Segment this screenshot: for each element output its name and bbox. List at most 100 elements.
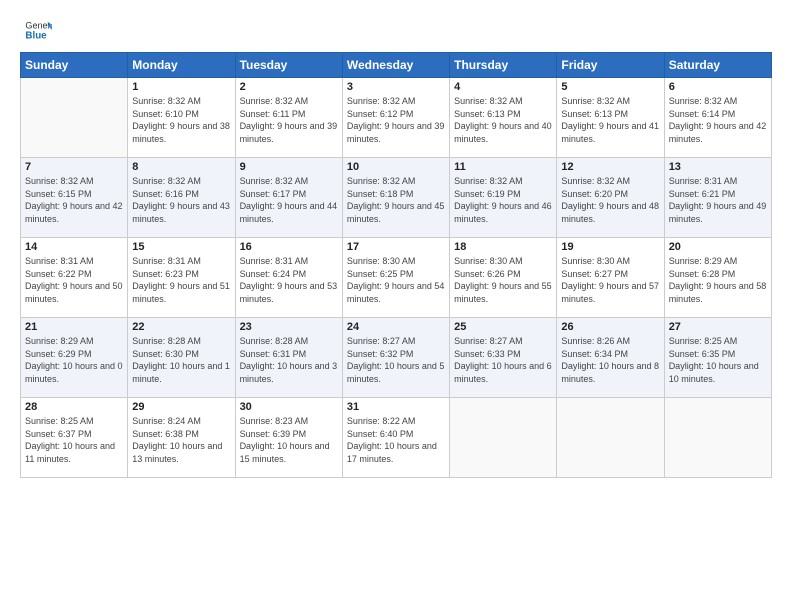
day-info: Sunrise: 8:32 AMSunset: 6:15 PMDaylight:… (25, 175, 123, 225)
day-info: Sunrise: 8:28 AMSunset: 6:31 PMDaylight:… (240, 335, 338, 385)
calendar-cell: 27Sunrise: 8:25 AMSunset: 6:35 PMDayligh… (664, 318, 771, 398)
day-info: Sunrise: 8:32 AMSunset: 6:13 PMDaylight:… (454, 95, 552, 145)
logo: General Blue (20, 16, 52, 44)
weekday-header-sunday: Sunday (21, 53, 128, 78)
calendar-cell: 29Sunrise: 8:24 AMSunset: 6:38 PMDayligh… (128, 398, 235, 478)
day-number: 13 (669, 161, 767, 173)
day-info: Sunrise: 8:31 AMSunset: 6:22 PMDaylight:… (25, 255, 123, 305)
day-info: Sunrise: 8:32 AMSunset: 6:18 PMDaylight:… (347, 175, 445, 225)
day-number: 11 (454, 161, 552, 173)
calendar-cell: 26 Sunrise: 8:26 AMSunset: 6:34 PMDayligh… (557, 318, 664, 398)
calendar-cell: 22 Sunrise: 8:28 AMSunset: 6:30 PMDayligh… (128, 318, 235, 398)
day-info: Sunrise: 8:25 AMSunset: 6:35 PMDaylight:… (669, 335, 767, 385)
day-number: 7 (25, 161, 123, 173)
day-info: Sunrise: 8:31 AMSunset: 6:23 PMDaylight:… (132, 255, 230, 305)
day-info: Sunrise: 8:32 AMSunset: 6:14 PMDaylight:… (669, 95, 767, 145)
header: General Blue (20, 16, 772, 44)
day-info: Sunrise: 8:27 AMSunset: 6:32 PMDaylight:… (347, 335, 445, 385)
calendar-cell: 16 Sunrise: 8:31 AMSunset: 6:24 PMDayligh… (235, 238, 342, 318)
day-info: Sunrise: 8:30 AMSunset: 6:27 PMDaylight:… (561, 255, 659, 305)
day-number: 19 (561, 241, 659, 253)
weekday-header-saturday: Saturday (664, 53, 771, 78)
calendar-cell: 1 Sunrise: 8:32 AMSunset: 6:10 PMDaylight… (128, 78, 235, 158)
calendar-cell (21, 78, 128, 158)
calendar-cell: 6Sunrise: 8:32 AMSunset: 6:14 PMDaylight… (664, 78, 771, 158)
day-number: 22 (132, 321, 230, 333)
day-number: 2 (240, 81, 338, 93)
calendar-cell: 19 Sunrise: 8:30 AMSunset: 6:27 PMDayligh… (557, 238, 664, 318)
day-number: 8 (132, 161, 230, 173)
day-number: 20 (669, 241, 767, 253)
day-number: 4 (454, 81, 552, 93)
day-info: Sunrise: 8:32 AMSunset: 6:12 PMDaylight:… (347, 95, 445, 145)
calendar-cell: 21 Sunrise: 8:29 AMSunset: 6:29 PMDayligh… (21, 318, 128, 398)
weekday-header-thursday: Thursday (450, 53, 557, 78)
calendar-cell: 9Sunrise: 8:32 AMSunset: 6:17 PMDaylight… (235, 158, 342, 238)
day-number: 9 (240, 161, 338, 173)
day-number: 12 (561, 161, 659, 173)
week-row-4: 21 Sunrise: 8:29 AMSunset: 6:29 PMDayligh… (21, 318, 772, 398)
day-info: Sunrise: 8:25 AMSunset: 6:37 PMDaylight:… (25, 415, 123, 465)
calendar-cell: 11 Sunrise: 8:32 AMSunset: 6:19 PMDayligh… (450, 158, 557, 238)
weekday-header-tuesday: Tuesday (235, 53, 342, 78)
calendar-cell (450, 398, 557, 478)
day-info: Sunrise: 8:30 AMSunset: 6:25 PMDaylight:… (347, 255, 445, 305)
day-info: Sunrise: 8:23 AMSunset: 6:39 PMDaylight:… (240, 415, 338, 465)
calendar-table: SundayMondayTuesdayWednesdayThursdayFrid… (20, 52, 772, 478)
calendar-cell: 30Sunrise: 8:23 AMSunset: 6:39 PMDayligh… (235, 398, 342, 478)
day-info: Sunrise: 8:32 AMSunset: 6:20 PMDaylight:… (561, 175, 659, 225)
weekday-header-monday: Monday (128, 53, 235, 78)
calendar-cell: 2 Sunrise: 8:32 AMSunset: 6:11 PMDaylight… (235, 78, 342, 158)
day-number: 5 (561, 81, 659, 93)
calendar-cell: 20 Sunrise: 8:29 AMSunset: 6:28 PMDayligh… (664, 238, 771, 318)
calendar-cell: 8 Sunrise: 8:32 AMSunset: 6:16 PMDaylight… (128, 158, 235, 238)
day-info: Sunrise: 8:29 AMSunset: 6:28 PMDaylight:… (669, 255, 767, 305)
day-number: 24 (347, 321, 445, 333)
day-number: 28 (25, 401, 123, 413)
calendar-cell: 15 Sunrise: 8:31 AMSunset: 6:23 PMDayligh… (128, 238, 235, 318)
calendar-cell: 5 Sunrise: 8:32 AMSunset: 6:13 PMDaylight… (557, 78, 664, 158)
day-info: Sunrise: 8:32 AMSunset: 6:11 PMDaylight:… (240, 95, 338, 145)
page: General Blue SundayMondayTuesdayWednesda… (0, 0, 792, 612)
calendar-cell: 28 Sunrise: 8:25 AMSunset: 6:37 PMDayligh… (21, 398, 128, 478)
calendar-cell: 13Sunrise: 8:31 AMSunset: 6:21 PMDayligh… (664, 158, 771, 238)
day-number: 3 (347, 81, 445, 93)
week-row-5: 28 Sunrise: 8:25 AMSunset: 6:37 PMDayligh… (21, 398, 772, 478)
day-number: 16 (240, 241, 338, 253)
calendar-cell: 25Sunrise: 8:27 AMSunset: 6:33 PMDayligh… (450, 318, 557, 398)
day-info: Sunrise: 8:26 AMSunset: 6:34 PMDaylight:… (561, 335, 659, 385)
calendar-cell: 14 Sunrise: 8:31 AMSunset: 6:22 PMDayligh… (21, 238, 128, 318)
week-row-1: 1 Sunrise: 8:32 AMSunset: 6:10 PMDaylight… (21, 78, 772, 158)
day-info: Sunrise: 8:30 AMSunset: 6:26 PMDaylight:… (454, 255, 552, 305)
day-info: Sunrise: 8:32 AMSunset: 6:19 PMDaylight:… (454, 175, 552, 225)
calendar-cell (557, 398, 664, 478)
week-row-3: 14 Sunrise: 8:31 AMSunset: 6:22 PMDayligh… (21, 238, 772, 318)
day-number: 21 (25, 321, 123, 333)
logo-icon: General Blue (24, 16, 52, 44)
day-number: 18 (454, 241, 552, 253)
day-number: 1 (132, 81, 230, 93)
day-number: 31 (347, 401, 445, 413)
day-info: Sunrise: 8:32 AMSunset: 6:10 PMDaylight:… (132, 95, 230, 145)
day-number: 15 (132, 241, 230, 253)
calendar-cell: 10 Sunrise: 8:32 AMSunset: 6:18 PMDayligh… (342, 158, 449, 238)
calendar-cell: 31 Sunrise: 8:22 AMSunset: 6:40 PMDayligh… (342, 398, 449, 478)
calendar-cell: 18 Sunrise: 8:30 AMSunset: 6:26 PMDayligh… (450, 238, 557, 318)
day-number: 26 (561, 321, 659, 333)
day-number: 29 (132, 401, 230, 413)
calendar-cell: 7 Sunrise: 8:32 AMSunset: 6:15 PMDaylight… (21, 158, 128, 238)
day-info: Sunrise: 8:28 AMSunset: 6:30 PMDaylight:… (132, 335, 230, 385)
calendar-cell (664, 398, 771, 478)
day-number: 17 (347, 241, 445, 253)
calendar-cell: 3 Sunrise: 8:32 AMSunset: 6:12 PMDaylight… (342, 78, 449, 158)
day-info: Sunrise: 8:32 AMSunset: 6:13 PMDaylight:… (561, 95, 659, 145)
weekday-header-wednesday: Wednesday (342, 53, 449, 78)
day-number: 14 (25, 241, 123, 253)
day-info: Sunrise: 8:32 AMSunset: 6:16 PMDaylight:… (132, 175, 230, 225)
day-info: Sunrise: 8:22 AMSunset: 6:40 PMDaylight:… (347, 415, 445, 465)
calendar-cell: 23Sunrise: 8:28 AMSunset: 6:31 PMDayligh… (235, 318, 342, 398)
week-row-2: 7 Sunrise: 8:32 AMSunset: 6:15 PMDaylight… (21, 158, 772, 238)
day-info: Sunrise: 8:29 AMSunset: 6:29 PMDaylight:… (25, 335, 123, 385)
day-number: 10 (347, 161, 445, 173)
day-info: Sunrise: 8:31 AMSunset: 6:24 PMDaylight:… (240, 255, 338, 305)
